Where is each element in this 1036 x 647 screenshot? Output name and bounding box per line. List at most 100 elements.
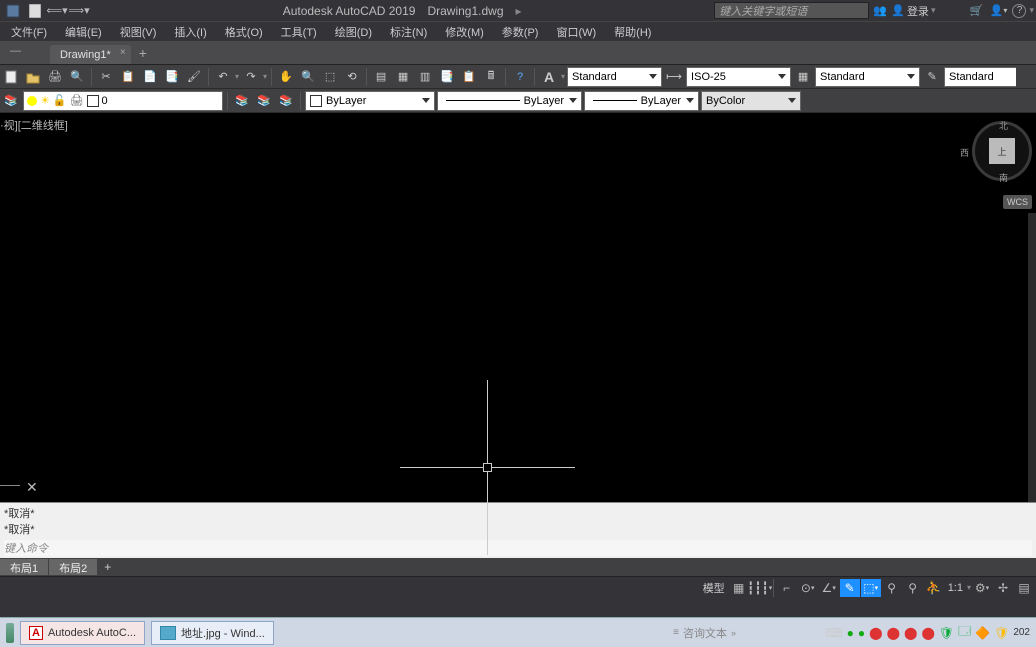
zoom-prev-button[interactable]: ⟲ (342, 67, 362, 87)
dim-style-button[interactable]: ⟼ (664, 67, 684, 87)
viewcube-top[interactable]: 上 (989, 138, 1015, 164)
status-custom[interactable]: ▤ (1014, 579, 1034, 597)
user-icon[interactable]: 👤 (891, 4, 905, 17)
text-style-dd[interactable]: Standard (567, 67, 662, 87)
status-max[interactable]: ✢ (993, 579, 1013, 597)
layout-tab-1[interactable]: 布局1 (0, 559, 48, 575)
menu-insert[interactable]: 插入(I) (165, 22, 215, 42)
tray-net[interactable]: 🗔 (958, 622, 971, 643)
tray-shield[interactable]: 🛡 (939, 626, 954, 640)
layer-dd[interactable]: ☀ 🔓 🖨 0 (23, 91, 223, 111)
help-button[interactable]: ? (510, 67, 530, 87)
sheet-set-button[interactable]: 📑 (437, 67, 457, 87)
undo-icon[interactable]: ⟸▾ (49, 3, 65, 19)
tray-ime[interactable]: ≡ 咨询文本 » (673, 625, 736, 641)
viewcube[interactable]: 上 北 南 西 (972, 121, 1032, 181)
tray-qq2[interactable]: ⬤ (887, 626, 900, 640)
tray-qq1[interactable]: ⬤ (869, 626, 882, 640)
lineweight-dd[interactable]: ByLayer (584, 91, 699, 111)
layer-props-button[interactable]: 📚 (1, 91, 21, 111)
menu-tools[interactable]: 工具(T) (272, 22, 326, 42)
infocenter-icon[interactable]: 👥 (872, 3, 888, 19)
search-input[interactable]: 键入关键字或短语 (714, 2, 869, 19)
layer-iso-button[interactable]: 📚 (232, 91, 252, 111)
undo-button[interactable]: ↶ (213, 67, 233, 87)
menu-param[interactable]: 参数(P) (493, 22, 548, 42)
design-center-button[interactable]: ▦ (393, 67, 413, 87)
status-grid[interactable]: ▦ (729, 579, 749, 597)
mleader-style-button[interactable]: ✎ (922, 67, 942, 87)
status-polar[interactable]: ⊙▾ (798, 579, 818, 597)
tray-wechat2[interactable]: ● (858, 626, 865, 640)
status-person[interactable]: ⛹ (924, 579, 944, 597)
status-otrack[interactable]: ⬚▾ (861, 579, 881, 597)
menu-edit[interactable]: 编辑(E) (56, 22, 111, 42)
menu-draw[interactable]: 绘图(D) (326, 22, 381, 42)
minimize-tabs-icon[interactable]: — (10, 45, 21, 57)
doc-tab-active[interactable]: Drawing1* × (50, 45, 131, 64)
plotstyle-dd[interactable]: ByColor (701, 91, 801, 111)
status-model[interactable]: 模型 (700, 580, 728, 596)
status-ortho[interactable]: ⌐ (777, 579, 797, 597)
menu-modify[interactable]: 修改(M) (436, 22, 493, 42)
login-button[interactable]: 登录 (907, 3, 929, 19)
scrollbar-vertical[interactable] (1028, 213, 1036, 502)
menu-format[interactable]: 格式(O) (216, 22, 272, 42)
pan-button[interactable]: ✋ (276, 67, 296, 87)
dim-style-dd[interactable]: ISO-25 (686, 67, 791, 87)
paste-special-button[interactable]: 📑 (162, 67, 182, 87)
zoom-window-button[interactable]: ⬚ (320, 67, 340, 87)
print-button[interactable]: 🖨 (45, 67, 65, 87)
status-osnap[interactable]: ∠▾ (819, 579, 839, 597)
menu-view[interactable]: 视图(V) (111, 22, 166, 42)
save-icon[interactable] (5, 3, 21, 19)
markup-button[interactable]: 📋 (459, 67, 479, 87)
tray-qq4[interactable]: ⬤ (921, 626, 934, 640)
drawing-area[interactable]: ·视][二维线框] 上 北 南 西 WCS ✕ (0, 113, 1036, 502)
layout-tab-2[interactable]: 布局2 (49, 559, 97, 575)
props-button[interactable]: ▤ (371, 67, 391, 87)
wcs-badge[interactable]: WCS (1003, 195, 1032, 209)
status-lw[interactable]: ⚲ (903, 579, 923, 597)
redo-icon[interactable]: ⟹▾ (71, 3, 87, 19)
tray-clock[interactable]: 202 (1013, 627, 1030, 638)
status-dyn[interactable]: ⚲ (882, 579, 902, 597)
calc-button[interactable]: 🖩 (481, 67, 501, 87)
tray-keyboard[interactable]: ⌨ (825, 626, 842, 640)
paste-button[interactable]: 📄 (140, 67, 160, 87)
tray-qq3[interactable]: ⬤ (904, 626, 917, 640)
match-button[interactable]: 🖌 (184, 67, 204, 87)
open-button[interactable] (23, 67, 43, 87)
cut-button[interactable]: ✂ (96, 67, 116, 87)
menu-help[interactable]: 帮助(H) (605, 22, 660, 42)
close-tab-icon[interactable]: × (120, 47, 126, 58)
cart-icon[interactable]: 🛒 (968, 3, 984, 19)
help-icon[interactable]: ? (1012, 4, 1026, 18)
status-snap[interactable]: ┇┇┇▾ (750, 579, 770, 597)
zoom-rt-button[interactable]: 🔍 (298, 67, 318, 87)
mleader-style-dd[interactable]: Standard (944, 67, 1016, 87)
status-gear[interactable]: ⚙▾ (972, 579, 992, 597)
taskbar-autocad[interactable]: A Autodesk AutoC... (20, 621, 145, 645)
linetype-dd[interactable]: ByLayer (437, 91, 582, 111)
table-style-dd[interactable]: Standard (815, 67, 920, 87)
tray-wechat1[interactable]: ● (847, 626, 854, 640)
layer-uniso-button[interactable]: 📚 (254, 91, 274, 111)
tool-palette-button[interactable]: ▥ (415, 67, 435, 87)
tray-safe[interactable]: 🛡 (994, 626, 1009, 640)
status-scale[interactable]: 1:1 (945, 582, 966, 594)
ucs-close-icon[interactable]: ✕ (26, 479, 38, 496)
new-button[interactable] (1, 67, 21, 87)
menu-file[interactable]: 文件(F) (2, 22, 56, 42)
new-icon[interactable] (27, 3, 43, 19)
plot-preview-button[interactable]: 🔍 (67, 67, 87, 87)
tray-vol[interactable]: 🔶 (975, 626, 990, 640)
copy-button[interactable]: 📋 (118, 67, 138, 87)
table-style-button[interactable]: ▦ (793, 67, 813, 87)
layer-match-button[interactable]: 📚 (276, 91, 296, 111)
taskbar-image[interactable]: 地址.jpg - Wind... (151, 621, 274, 645)
add-layout-button[interactable]: + (98, 560, 117, 574)
add-tab-button[interactable]: + (131, 42, 155, 64)
status-3dosnap[interactable]: ✎ (840, 579, 860, 597)
color-dd[interactable]: ByLayer (305, 91, 435, 111)
